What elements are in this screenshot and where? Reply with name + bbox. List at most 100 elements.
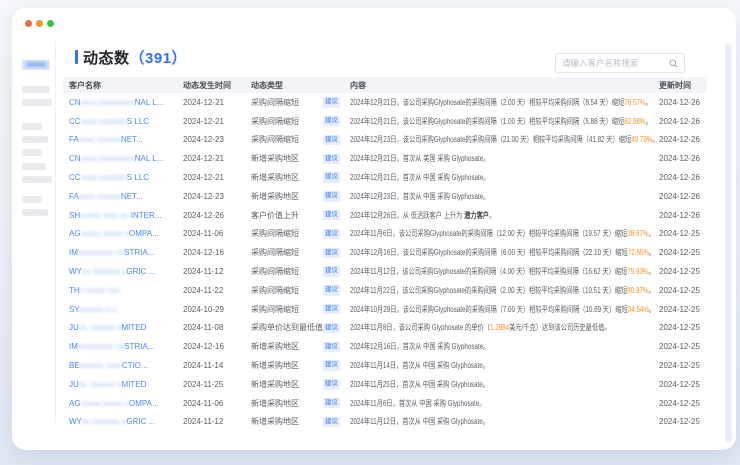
customer-name-link[interactable]: BExxxxxx xxxxCTIO...	[69, 361, 148, 370]
table-row[interactable]: AGxxxxx xxxxx xOMPA... 2024-11-06 新增采购地区…	[63, 394, 707, 413]
customer-name-link[interactable]: CNxxxx xxxxxxxxxNAL L...	[69, 154, 163, 163]
event-type: 新增采购地区	[251, 341, 323, 352]
table-row[interactable]: CNxxxx xxxxxxxxxNAL L... 2024-12-21 采购间隔…	[63, 93, 707, 112]
customer-name-link[interactable]: JUxx. xxxxxx xMITED	[69, 323, 146, 332]
sidebar-item[interactable]	[22, 209, 48, 216]
table-row[interactable]: BExxxxxx xxxxCTIO... 2024-11-14 新增采购地区 建…	[63, 356, 707, 375]
customer-name-link[interactable]: SHxxxxx xxxx xx INTER...	[69, 211, 161, 220]
suggestion-badge: 建议	[323, 285, 340, 296]
sidebar-item[interactable]	[22, 136, 48, 143]
customer-name-link[interactable]: WYxx xxxxxxx xGRIC ...	[69, 267, 155, 276]
event-type: 采购单价达到最低值	[251, 322, 323, 333]
customer-name-link[interactable]: IMxxxxxxxxx xxSTRIA...	[69, 342, 154, 351]
event-content: 2024年11月25日，首次从 中国 采购 Glyphosate。	[350, 379, 489, 390]
event-type: 客户价值上升	[251, 210, 323, 221]
suggestion-badge: 建议	[323, 342, 340, 353]
table-row[interactable]: IMxxxxxxxxx xxSTRIA... 2024-12-16 采购间隔缩短…	[63, 243, 707, 262]
event-type: 采购间隔缩短	[251, 97, 323, 108]
customer-name-link[interactable]: WYxx xxxxxxx xGRIC ...	[69, 417, 155, 426]
event-type: 新增采购地区	[251, 360, 323, 371]
window-controls	[25, 20, 54, 27]
highlight-value: 82.98%	[624, 117, 645, 126]
update-time: 2024-12-26	[659, 173, 707, 182]
sidebar-item[interactable]	[22, 99, 52, 106]
sidebar-item[interactable]	[22, 176, 52, 183]
event-content: 2024年12月23日，该公司采购Glyphosate的采购间隔（21.00 天…	[350, 134, 659, 145]
table-row[interactable]: CCxxxx xxxxxxxS LLC 2024-12-21 采购间隔缩短 建议…	[63, 112, 707, 131]
header-event-date: 动态发生时间	[183, 80, 251, 91]
table-row[interactable]: SYxxxxxx x.x. 2024-10-29 采购间隔缩短 建议 2024年…	[63, 300, 707, 319]
event-content: 2024年10月29日，该公司采购Glyphosate的采购间隔（7.00 天）…	[350, 304, 655, 315]
activity-table: 客户名称 动态发生时间 动态类型 内容 更新时间 CNxxxx xxxxxxxx…	[63, 77, 707, 431]
customer-name-link[interactable]: CCxxxx xxxxxxxS LLC	[69, 117, 149, 126]
close-button[interactable]	[25, 20, 32, 27]
event-date: 2024-12-21	[183, 173, 251, 182]
suggestion-badge: 建议	[323, 154, 340, 165]
event-content: 2024年12月21日，首次从 中国 采购 Glyphosate。	[350, 172, 489, 183]
sidebar-item-active[interactable]	[22, 60, 50, 70]
customer-name-link[interactable]: AGxxxxx xxxxx xOMPA...	[69, 229, 159, 238]
table-row[interactable]: CCxxxx xxxxxxxS LLC 2024-12-21 新增采购地区 建议…	[63, 168, 707, 187]
customer-name-link[interactable]: JUxx. xxxxxx xMITED	[69, 380, 146, 389]
customer-name-link[interactable]: IMxxxxxxxxx xxSTRIA...	[69, 248, 154, 257]
table-row[interactable]: FAxxxx xxxxxxNET... 2024-12-23 采购间隔缩短 建议…	[63, 131, 707, 150]
sidebar-item[interactable]	[22, 123, 42, 130]
event-date: 2024-11-12	[183, 267, 251, 276]
customer-name-link[interactable]: CNxxxx xxxxxxxxxNAL L...	[69, 98, 163, 107]
event-date: 2024-11-06	[183, 399, 251, 408]
event-content: 2024年12月26日，从 低活跃客户 上升为 潜力客户。	[350, 210, 495, 221]
table-row[interactable]: JUxx. xxxxxx xMITED 2024-11-25 新增采购地区 建议…	[63, 375, 707, 394]
event-type: 新增采购地区	[251, 172, 323, 183]
event-content: 2024年11月6日，首次从 中国 采购 Glyphosate。	[350, 398, 485, 409]
event-type: 采购间隔缩短	[251, 134, 323, 145]
event-content: 2024年12月21日，首次从 美国 采购 Glyphosate。	[350, 153, 489, 164]
zoom-button[interactable]	[47, 20, 54, 27]
customer-name-link[interactable]: AGxxxxx xxxxx xOMPA...	[69, 399, 159, 408]
suggestion-badge: 建议	[323, 248, 340, 259]
table-row[interactable]: AGxxxxx xxxxx xOMPA... 2024-11-06 采购间隔缩短…	[63, 225, 707, 244]
event-content: 2024年11月14日，首次从 中国 采购 Glyphosate。	[350, 360, 489, 371]
update-time: 2024-12-26	[659, 117, 707, 126]
table-row[interactable]: JUxx. xxxxxx xMITED 2024-11-08 采购单价达到最低值…	[63, 319, 707, 338]
sidebar-item[interactable]	[22, 163, 46, 170]
event-content: 2024年11月6日，该公司采购Glyphosate的采购间隔（12.00 天）…	[350, 228, 655, 239]
table-row[interactable]: IMxxxxxxxxx xxSTRIA... 2024-12-16 新增采购地区…	[63, 337, 707, 356]
table-row[interactable]: SHxxxxx xxxx xx INTER... 2024-12-26 客户价值…	[63, 206, 707, 225]
customer-search-input[interactable]	[562, 58, 669, 68]
sidebar-item[interactable]	[22, 196, 42, 203]
event-date: 2024-12-23	[183, 135, 251, 144]
title-accent-bar	[75, 50, 78, 64]
table-row[interactable]: WYxx xxxxxxx xGRIC ... 2024-11-12 新增采购地区…	[63, 413, 707, 432]
event-date: 2024-11-22	[183, 286, 251, 295]
event-content: 2024年11月12日，该公司采购Glyphosate的采购间隔（4.00 天）…	[350, 266, 655, 277]
table-row[interactable]: THx xxxxx xxx 2024-11-22 采购间隔缩短 建议 2024年…	[63, 281, 707, 300]
table-row[interactable]: FAxxxx xxxxxxNET... 2024-12-23 新增采购地区 建议…	[63, 187, 707, 206]
update-time: 2024-12-25	[659, 342, 707, 351]
customer-name-link[interactable]: THx xxxxx xxx	[69, 286, 120, 295]
suggestion-badge: 建议	[323, 379, 340, 390]
sidebar-item[interactable]	[22, 86, 50, 93]
table-row[interactable]: WYxx xxxxxxx xGRIC ... 2024-11-12 采购间隔缩短…	[63, 262, 707, 281]
update-time: 2024-12-25	[659, 248, 707, 257]
table-row[interactable]: CNxxxx xxxxxxxxxNAL L... 2024-12-21 新增采购…	[63, 149, 707, 168]
header-customer-name: 客户名称	[63, 80, 183, 91]
sidebar-item[interactable]	[22, 149, 42, 156]
highlight-value: 38.67%	[627, 229, 648, 238]
customer-name-link[interactable]: FAxxxx xxxxxxNET...	[69, 135, 143, 144]
customer-name-link[interactable]: FAxxxx xxxxxxNET...	[69, 192, 143, 201]
update-time: 2024-12-26	[659, 192, 707, 201]
header-content: 内容	[350, 80, 659, 91]
suggestion-badge: 建议	[323, 172, 340, 183]
vertical-scrollbar[interactable]	[725, 44, 732, 442]
event-date: 2024-12-16	[183, 342, 251, 351]
sidebar	[12, 42, 56, 422]
customer-name-link[interactable]: CCxxxx xxxxxxxS LLC	[69, 173, 149, 182]
minimize-button[interactable]	[36, 20, 43, 27]
event-type: 新增采购地区	[251, 153, 323, 164]
highlight-value: 76.57%	[624, 98, 645, 107]
event-date: 2024-12-21	[183, 154, 251, 163]
highlight-value: 72.85%	[628, 248, 649, 257]
customer-name-link[interactable]: SYxxxxxx x.x.	[69, 305, 118, 314]
event-type: 新增采购地区	[251, 398, 323, 409]
event-type: 采购间隔缩短	[251, 228, 323, 239]
